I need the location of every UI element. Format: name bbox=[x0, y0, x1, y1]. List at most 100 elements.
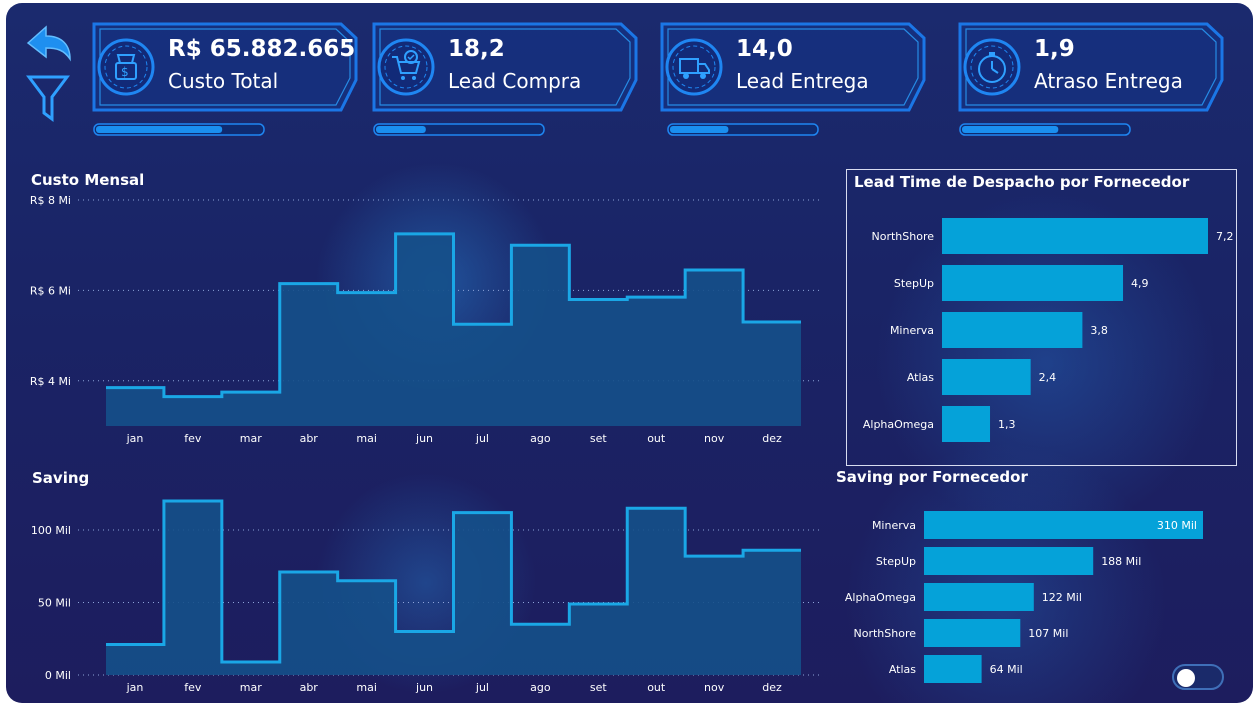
step-mark-mar[interactable] bbox=[222, 392, 280, 426]
bar-value-label: 64 Mil bbox=[990, 663, 1023, 676]
bar-Atlas[interactable] bbox=[942, 359, 1031, 395]
toggle-knob bbox=[1177, 669, 1195, 687]
theme-toggle[interactable] bbox=[1172, 664, 1224, 690]
x-tick-label: mar bbox=[240, 432, 262, 445]
bar-category-label: StepUp bbox=[876, 555, 916, 568]
bar-category-label: AlphaOmega bbox=[845, 591, 916, 604]
kpi-progress-fill bbox=[670, 126, 729, 133]
step-mark-set[interactable] bbox=[569, 604, 627, 675]
kpi-label: Atraso Entrega bbox=[1034, 69, 1183, 93]
kpi-value: 1,9 bbox=[1034, 36, 1075, 62]
step-mark-ago[interactable] bbox=[511, 245, 569, 426]
step-mark-dez[interactable] bbox=[743, 322, 801, 426]
svg-text:$: $ bbox=[121, 65, 129, 79]
step-mark-ago[interactable] bbox=[511, 624, 569, 675]
bar-category-label: Atlas bbox=[907, 371, 934, 384]
bar-Minerva[interactable] bbox=[942, 312, 1083, 348]
x-tick-label: out bbox=[647, 432, 666, 445]
step-mark-jun[interactable] bbox=[396, 234, 454, 426]
x-tick-label: ago bbox=[530, 681, 551, 694]
bar-category-label: Atlas bbox=[889, 663, 916, 676]
bar-category-label: NorthShore bbox=[872, 230, 935, 243]
step-mark-jun[interactable] bbox=[396, 632, 454, 676]
kpi-value: 14,0 bbox=[736, 36, 793, 62]
kpi-label: Lead Compra bbox=[448, 69, 582, 93]
step-mark-out[interactable] bbox=[627, 508, 685, 675]
back-arrow-icon[interactable] bbox=[24, 23, 74, 63]
lead-time-title: Lead Time de Despacho por Fornecedor bbox=[854, 173, 1190, 191]
step-mark-jan[interactable] bbox=[106, 645, 164, 675]
kpi-progress-fill bbox=[376, 126, 426, 133]
bar-Atlas[interactable] bbox=[924, 655, 982, 683]
kpi-label: Lead Entrega bbox=[736, 69, 869, 93]
bar-AlphaOmega[interactable] bbox=[924, 583, 1034, 611]
money-bag-icon: $ bbox=[97, 38, 155, 96]
bar-NorthShore[interactable] bbox=[942, 218, 1208, 254]
delivery-truck-icon bbox=[665, 38, 723, 96]
shopping-cart-check-icon bbox=[377, 38, 435, 96]
bar-StepUp[interactable] bbox=[924, 547, 1094, 575]
y-tick-label: 50 Mil bbox=[38, 597, 71, 610]
x-tick-label: out bbox=[647, 681, 666, 694]
bar-AlphaOmega[interactable] bbox=[942, 406, 991, 442]
x-tick-label: abr bbox=[300, 681, 319, 694]
x-tick-label: fev bbox=[184, 681, 202, 694]
y-tick-label: 0 Mil bbox=[45, 669, 71, 682]
kpi-label: Custo Total bbox=[168, 69, 279, 93]
x-tick-label: nov bbox=[704, 432, 725, 445]
bar-value-label: 310 Mil bbox=[1157, 519, 1197, 532]
step-mark-set[interactable] bbox=[569, 299, 627, 426]
lead-time-chart: NorthShore 7,2 StepUp 4,9 Minerva 3,8 Atlas 2,4… bbox=[863, 218, 1234, 442]
filter-funnel-icon[interactable] bbox=[26, 73, 70, 123]
bar-value-label: 122 Mil bbox=[1042, 591, 1082, 604]
x-tick-label: jun bbox=[415, 432, 433, 445]
x-tick-label: set bbox=[590, 432, 607, 445]
bar-category-label: NorthShore bbox=[854, 627, 917, 640]
step-mark-abr[interactable] bbox=[280, 572, 338, 675]
x-tick-label: jun bbox=[415, 681, 433, 694]
step-mark-jul[interactable] bbox=[454, 513, 512, 675]
kpi-value: R$ 65.882.665 bbox=[168, 36, 356, 62]
step-mark-mai[interactable] bbox=[338, 581, 396, 675]
step-mark-out[interactable] bbox=[627, 297, 685, 426]
bar-value-label: 3,8 bbox=[1090, 324, 1108, 337]
bar-category-label: AlphaOmega bbox=[863, 418, 934, 431]
y-tick-label: 100 Mil bbox=[31, 524, 71, 537]
x-tick-label: mai bbox=[356, 432, 377, 445]
step-mark-nov[interactable] bbox=[685, 556, 743, 675]
step-mark-fev[interactable] bbox=[164, 397, 222, 426]
custo-mensal-chart: R$ 4 Mi R$ 6 Mi R$ 8 Mi jan fev mar abr mai jun j… bbox=[30, 194, 823, 445]
x-tick-label: jan bbox=[126, 681, 144, 694]
kpi-progress-fill bbox=[96, 126, 223, 133]
step-mark-dez[interactable] bbox=[743, 550, 801, 675]
bar-category-label: Minerva bbox=[890, 324, 934, 337]
stopwatch-icon bbox=[963, 38, 1021, 96]
bar-value-label: 107 Mil bbox=[1028, 627, 1068, 640]
step-mark-jul[interactable] bbox=[454, 324, 512, 426]
saving-title: Saving bbox=[32, 469, 90, 487]
saving-fornecedor-chart: Minerva 310 Mil StepUp 188 Mil AlphaOmega 122… bbox=[845, 511, 1203, 683]
bar-value-label: 4,9 bbox=[1131, 277, 1149, 290]
bar-NorthShore[interactable] bbox=[924, 619, 1021, 647]
kpi-value: 18,2 bbox=[448, 36, 505, 62]
x-tick-label: abr bbox=[300, 432, 319, 445]
x-tick-label: jul bbox=[475, 681, 489, 694]
step-mark-mai[interactable] bbox=[338, 293, 396, 426]
bar-category-label: StepUp bbox=[894, 277, 934, 290]
step-mark-jan[interactable] bbox=[106, 388, 164, 426]
step-mark-nov[interactable] bbox=[685, 270, 743, 426]
x-tick-label: jul bbox=[475, 432, 489, 445]
custo-mensal-title: Custo Mensal bbox=[31, 171, 145, 189]
bar-value-label: 188 Mil bbox=[1101, 555, 1141, 568]
x-tick-label: dez bbox=[762, 432, 782, 445]
saving-fornecedor-title: Saving por Fornecedor bbox=[836, 468, 1028, 486]
x-tick-label: mar bbox=[240, 681, 262, 694]
bar-value-label: 2,4 bbox=[1039, 371, 1057, 384]
step-mark-mar[interactable] bbox=[222, 662, 280, 675]
step-mark-fev[interactable] bbox=[164, 501, 222, 675]
x-tick-label: ago bbox=[530, 432, 551, 445]
step-mark-abr[interactable] bbox=[280, 284, 338, 426]
bar-StepUp[interactable] bbox=[942, 265, 1124, 301]
bar-value-label: 1,3 bbox=[998, 418, 1016, 431]
y-tick-label: R$ 8 Mi bbox=[30, 194, 71, 207]
